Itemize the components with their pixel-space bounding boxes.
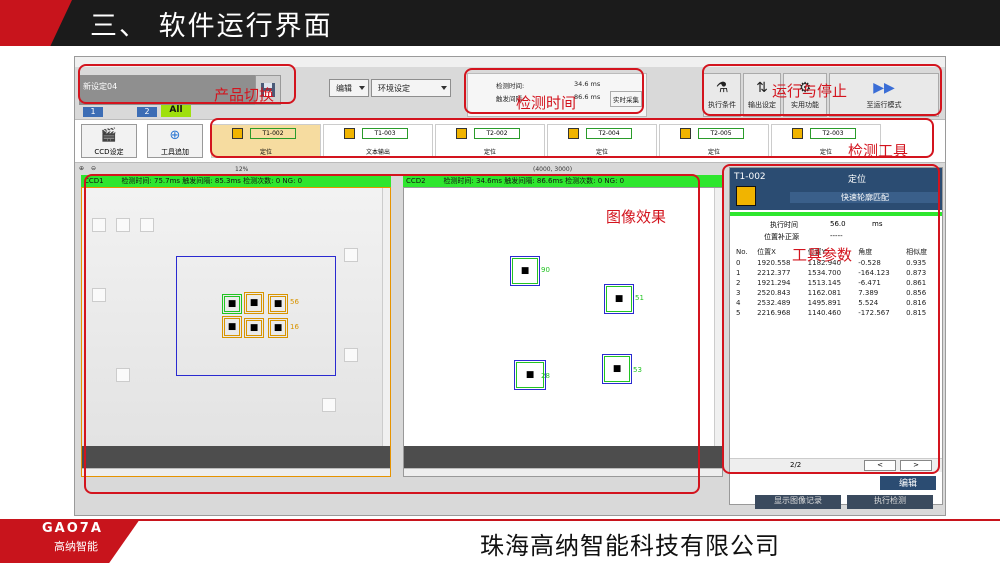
zoom-level: 12%: [235, 166, 249, 173]
env-dropdown-label: 环境设定: [378, 84, 410, 93]
annotation-box: [722, 164, 940, 474]
zoom-out-icon[interactable]: ⊖: [91, 165, 96, 172]
add-tool-label: 工具追加: [161, 148, 189, 156]
annotation-box: [210, 118, 934, 158]
annotation-image-effect: 图像效果: [606, 208, 667, 226]
zoom-in-icon[interactable]: ⊕: [79, 165, 84, 172]
run-detect-button[interactable]: 执行检测: [847, 495, 933, 509]
company-logo-sub: 高纳智能: [54, 540, 98, 553]
ccd-setting-button[interactable]: 🎬 CCD设定: [81, 124, 137, 158]
camera-icon: 🎬: [100, 128, 118, 143]
annotation-detect-time: 检测时间: [516, 94, 577, 112]
group-tab-1[interactable]: 1: [83, 107, 103, 117]
edit-dropdown[interactable]: 编辑: [329, 79, 369, 97]
plus-circle-icon: ⊕: [169, 128, 181, 143]
annotation-run-stop: 运行与停止: [772, 82, 848, 100]
edit-dropdown-label: 编辑: [336, 84, 352, 93]
annotation-product-switch: 产品切换: [214, 86, 275, 104]
ccd-setting-label: CCD设定: [94, 148, 124, 156]
ccd2-scrollbar[interactable]: [714, 188, 722, 476]
tab-all[interactable]: All: [161, 105, 191, 117]
annotation-tool-params: 工具参数: [792, 246, 853, 264]
slide-title: 三、 软件运行界面: [90, 11, 333, 42]
add-tool-button[interactable]: ⊕ 工具追加: [147, 124, 203, 158]
chevron-down-icon: [359, 86, 365, 90]
slide: 三、 软件运行界面 新设定04 1 2 All 编辑 环境设定 检测时间: 34…: [0, 0, 1000, 563]
annotation-tools: 检测工具: [848, 142, 909, 160]
company-logo: GAO7A: [42, 521, 103, 536]
company-name: 珠海高纳智能科技有限公司: [480, 532, 780, 560]
cursor-coord: (4000, 3000): [533, 166, 573, 173]
group-tab-2[interactable]: 2: [137, 107, 157, 117]
chevron-down-icon: [441, 86, 447, 90]
image-log-button[interactable]: 显示图像记录: [755, 495, 841, 509]
env-dropdown[interactable]: 环境设定: [371, 79, 451, 97]
edit-button[interactable]: 编辑: [880, 476, 936, 490]
footer-line: [0, 519, 1000, 521]
